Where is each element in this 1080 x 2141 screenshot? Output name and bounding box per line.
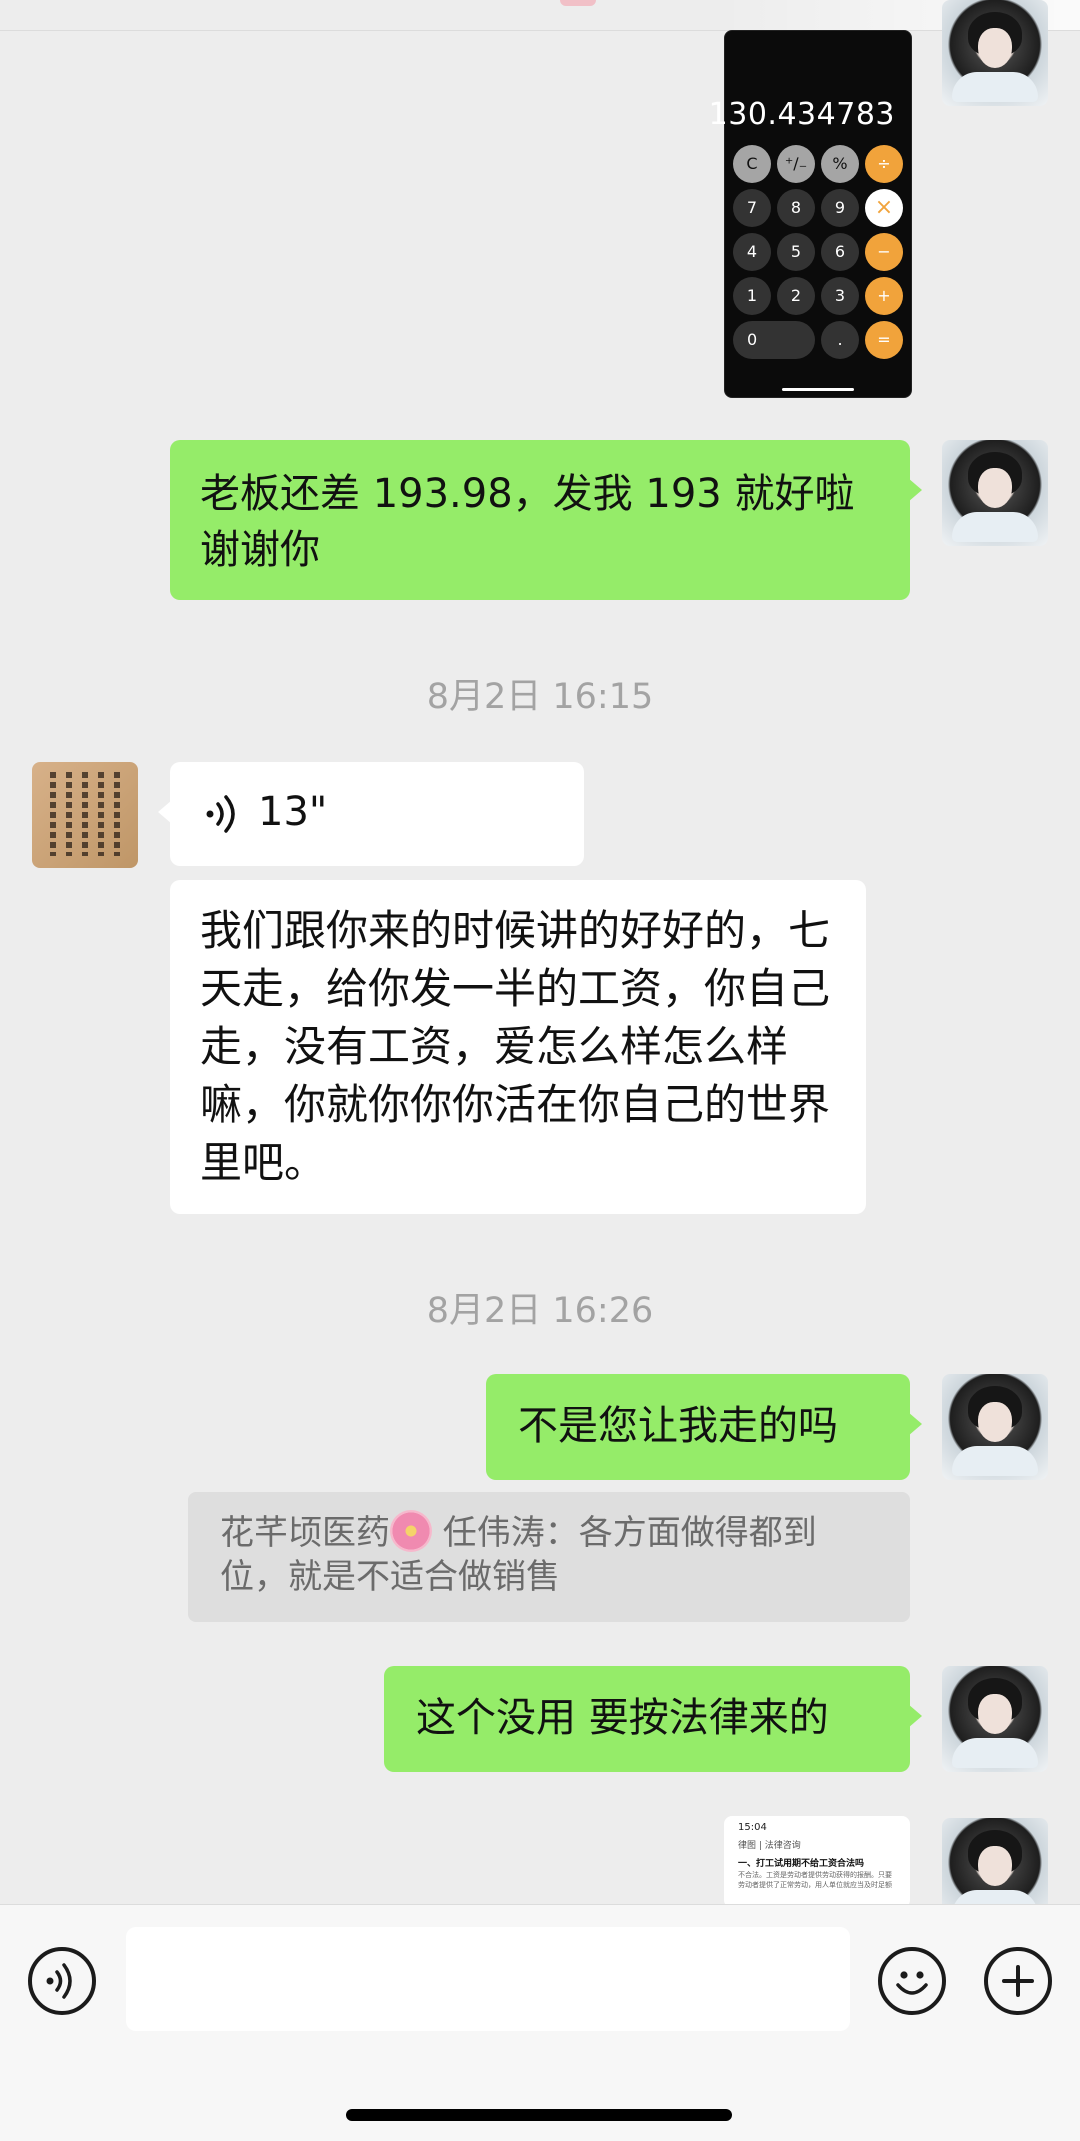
calc-key: 3 — [821, 277, 859, 315]
calc-key: + — [865, 277, 903, 315]
avatar-face — [978, 28, 1012, 68]
avatar-texture — [66, 772, 72, 856]
avatar-texture — [82, 772, 88, 856]
emoji-icon — [896, 1971, 928, 1995]
flower-emoji-icon — [390, 1510, 432, 1552]
calculator-home-indicator — [782, 388, 854, 391]
emoji-button[interactable] — [878, 1947, 946, 2015]
avatar-texture — [114, 772, 120, 856]
message-bubble[interactable]: 这个没用 要按法律来的 — [384, 1666, 922, 1772]
calc-key: = — [865, 321, 903, 359]
avatar-face — [978, 1402, 1012, 1442]
plus-button[interactable] — [984, 1947, 1052, 2015]
avatar-shoulder — [952, 1738, 1038, 1768]
message-text: 这个没用 要按法律来的 — [416, 1695, 829, 1741]
voice-message-bubble[interactable]: 13" — [158, 762, 584, 866]
calc-key: 9 — [821, 189, 859, 227]
voice-wave-icon — [206, 795, 235, 833]
message-input[interactable] — [126, 1927, 850, 2031]
contact-avatar[interactable] — [32, 762, 138, 868]
timestamp: 8月2日 16:15 — [426, 677, 654, 717]
voice-transcript: 我们跟你来的时候讲的好好的，七天走，给你发一半的工资，你自己走，没有工资，爱怎么… — [170, 880, 866, 1214]
calculator-display: 130.434783 — [708, 97, 895, 132]
avatar-texture — [50, 772, 56, 856]
message-text: 不是您让我走的吗 — [518, 1403, 838, 1449]
doc-body: 不合法。工资是劳动者提供劳动获得的报酬。只要劳动者提供了正常劳动，用人单位就应当… — [738, 1871, 892, 1889]
doc-heading: 一、打工试用期不给工资合法吗 — [738, 1859, 865, 1869]
home-indicator — [346, 2109, 732, 2121]
avatar-shoulder — [952, 72, 1038, 102]
chat-input-bar — [0, 1904, 1080, 2141]
avatar-face — [978, 1694, 1012, 1734]
timestamp: 8月2日 16:26 — [426, 1291, 654, 1331]
voice-input-button[interactable] — [28, 1947, 96, 2015]
my-avatar[interactable] — [942, 440, 1048, 546]
my-avatar[interactable] — [942, 1374, 1048, 1480]
doc-time: 15:04 — [738, 1822, 767, 1833]
avatar-shoulder — [952, 512, 1038, 542]
calc-key: 4 — [733, 233, 771, 271]
transcript-text: 我们跟你来的时候讲的好好的，七天走，给你发一半的工资，你自己走，没有工资，爱怎么… — [200, 906, 831, 1187]
calc-key: ÷ — [865, 145, 903, 183]
voice-duration: 13" — [258, 789, 328, 835]
bubble-tail — [908, 1704, 922, 1728]
bubble-tail — [908, 1412, 922, 1436]
top-decoration — [560, 0, 596, 6]
my-avatar[interactable] — [942, 1666, 1048, 1772]
calc-key: 5 — [777, 233, 815, 271]
plus-icon — [1002, 1965, 1034, 1997]
image-message-thumbnail[interactable]: 15:04 律图 | 法律咨询 一、打工试用期不给工资合法吗 不合法。工资是劳动… — [724, 1816, 910, 1908]
doc-header: 律图 | 法律咨询 — [738, 1841, 801, 1851]
calc-key: − — [865, 233, 903, 271]
calc-key: % — [821, 145, 859, 183]
avatar-face — [978, 1846, 1012, 1886]
quoted-message[interactable]: 花芊顷医药 任伟涛：各方面做得都到位，就是不适合做销售 — [188, 1492, 910, 1622]
bubble-tail — [158, 800, 172, 824]
calculator-screenshot[interactable]: 130.434783 C ⁺∕₋ % ÷ 7 8 9 × 4 5 6 − 1 2… — [709, 30, 912, 398]
voice-input-icon — [46, 1963, 72, 1999]
message-bubble[interactable]: 不是您让我走的吗 — [486, 1374, 922, 1480]
calc-key: 2 — [777, 277, 815, 315]
message-bubble[interactable]: 老板还差 193.98，发我 193 就好啦谢谢你 — [170, 440, 922, 600]
top-strip — [0, 0, 1080, 31]
calc-key: 8 — [777, 189, 815, 227]
calc-key: × — [865, 189, 903, 227]
avatar-texture — [98, 772, 104, 856]
avatar-face — [978, 468, 1012, 508]
quote-sender: 花芊顷医药 — [220, 1513, 390, 1553]
my-avatar[interactable] — [942, 0, 1048, 106]
calc-key: ⁺∕₋ — [777, 145, 815, 183]
calc-key: 0 — [733, 321, 815, 359]
calc-key: 6 — [821, 233, 859, 271]
calc-key: C — [733, 145, 771, 183]
bubble-tail — [908, 478, 922, 502]
message-text: 老板还差 193.98，发我 193 就好啦谢谢你 — [200, 471, 855, 573]
calc-key: . — [821, 321, 859, 359]
calc-key: 7 — [733, 189, 771, 227]
calc-key: 1 — [733, 277, 771, 315]
avatar-shoulder — [952, 1446, 1038, 1476]
